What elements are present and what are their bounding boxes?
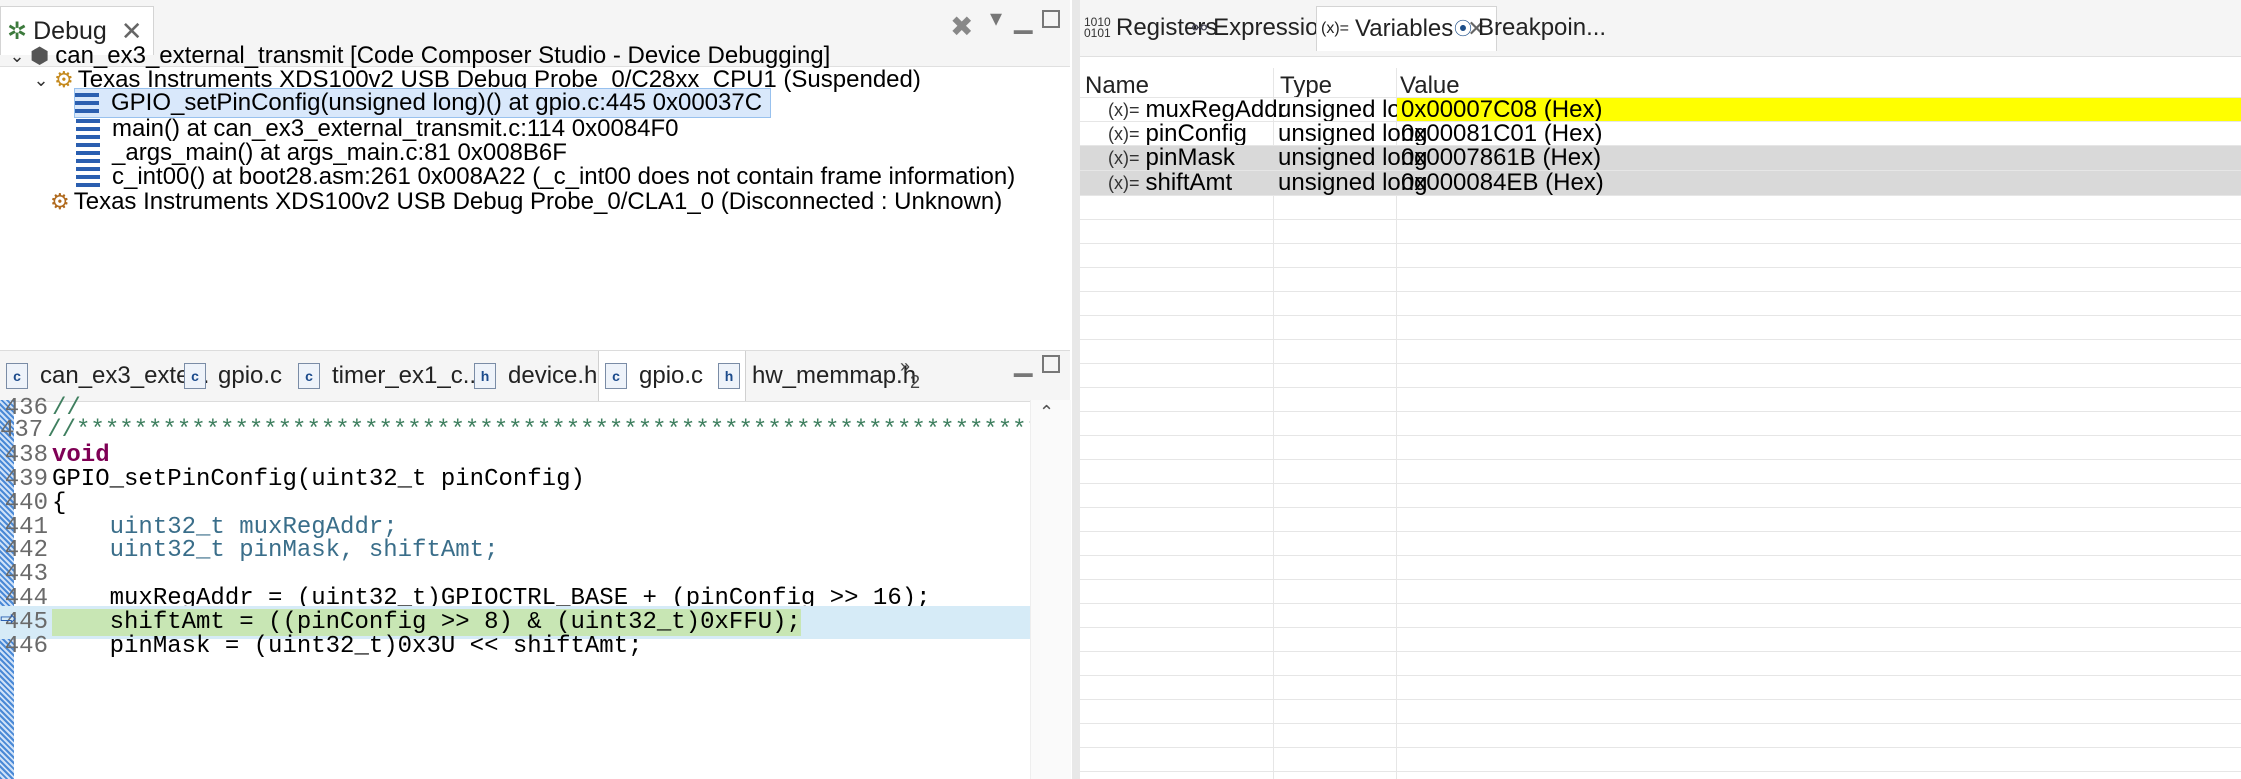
- variable-value-changed[interactable]: 0x00007C08 (Hex): [1397, 96, 2241, 123]
- row-divider: [1080, 219, 2241, 220]
- row-divider: [1080, 435, 2241, 436]
- variable-icon: (x)=: [1108, 172, 1140, 193]
- tab-label: Variables: [1355, 15, 1454, 42]
- variable-value[interactable]: 0x000084EB (Hex): [1397, 169, 1604, 196]
- chevron-down-icon[interactable]: ⌄: [4, 46, 30, 67]
- variable-icon: (x)=: [1108, 147, 1140, 168]
- maximize-icon[interactable]: [1042, 355, 1060, 373]
- view-menu-icon[interactable]: ▾: [990, 4, 1002, 33]
- c-file-icon: c: [6, 363, 28, 389]
- editor-tab-label: gpio.c: [639, 362, 704, 389]
- row-divider: [1080, 627, 2241, 628]
- stack-frame-icon: [75, 93, 99, 113]
- row-divider: [1080, 363, 2241, 364]
- line-number: 446: [4, 633, 48, 660]
- row-divider: [1080, 699, 2241, 700]
- row-divider: [1080, 121, 2241, 122]
- row-divider: [1080, 507, 2241, 508]
- row-divider: [1080, 97, 2241, 98]
- instruction-pointer-icon: ⇨: [0, 609, 17, 632]
- row-divider: [1080, 723, 2241, 724]
- variables-icon: (x)=: [1321, 20, 1349, 37]
- variable-name: shiftAmt: [1145, 169, 1233, 196]
- variable-row[interactable]: (x)= muxRegAddr unsigned long 0x00007C08 …: [1080, 96, 2241, 123]
- editor-tab-label: gpio.c: [218, 362, 283, 389]
- tree-row-cla1[interactable]: ⚙ Texas Instruments XDS100v2 USB Debug P…: [50, 185, 1002, 219]
- variable-row[interactable]: (x)= pinMask unsigned long 0x0007861B (He…: [1080, 144, 2241, 171]
- registers-icon: 1010 0101: [1084, 15, 1111, 40]
- code-editor[interactable]: 436 // 437 //***************************…: [0, 395, 1185, 779]
- row-divider: [1080, 145, 2241, 146]
- h-file-icon: h: [718, 363, 740, 389]
- row-divider: [1080, 603, 2241, 604]
- row-divider: [1080, 651, 2241, 652]
- thread-suspended-icon: ⚙: [54, 67, 74, 92]
- stack-frame-icon: [76, 167, 100, 187]
- row-divider: [1080, 747, 2241, 748]
- chevron-up-icon[interactable]: ⌃: [1039, 402, 1054, 423]
- variables-tabbar: 1010 0101 Registers ⚯ Expressions (x)= Va…: [1080, 0, 2241, 57]
- row-divider: [1080, 291, 2241, 292]
- row-divider: [1080, 531, 2241, 532]
- variable-row[interactable]: (x)= shiftAmt unsigned long 0x000084EB (H…: [1080, 169, 2241, 196]
- row-divider: [1080, 459, 2241, 460]
- row-divider: [1080, 387, 2241, 388]
- c-file-icon: c: [605, 363, 627, 389]
- variable-icon: (x)=: [1108, 99, 1140, 120]
- editor-tab-label: timer_ex1_c...: [332, 362, 483, 389]
- row-divider: [1080, 315, 2241, 316]
- row-divider: [1080, 170, 2241, 171]
- expressions-icon: ⚯: [1192, 17, 1208, 38]
- minimize-icon[interactable]: ▁: [1014, 349, 1032, 378]
- remove-all-terminated-icon[interactable]: ✖: [950, 10, 973, 43]
- row-divider: [1080, 267, 2241, 268]
- c-file-icon: c: [298, 363, 320, 389]
- chevron-down-icon[interactable]: ⌄: [28, 70, 54, 91]
- editor-area: c can_ex3_exte... c gpio.c c timer_ex1_c…: [0, 349, 1185, 779]
- chevron-double-right-icon: »: [900, 355, 911, 376]
- minimize-icon[interactable]: ▁: [1014, 6, 1032, 35]
- variable-value[interactable]: 0x0007861B (Hex): [1397, 144, 1601, 171]
- code-text: pinMask = (uint32_t)0x3U << shiftAmt;: [52, 633, 643, 660]
- tree-label: Texas Instruments XDS100v2 USB Debug Pro…: [73, 188, 1003, 215]
- tab-breakpoints[interactable]: ⦿ Breakpoin...: [1454, 6, 1606, 50]
- variable-icon: (x)=: [1108, 123, 1140, 144]
- view-sash[interactable]: [1072, 0, 1080, 779]
- thread-disconnected-icon: ⚙: [50, 189, 70, 214]
- row-divider: [1080, 483, 2241, 484]
- editor-tab-label: device.h: [508, 362, 598, 389]
- vertical-scrollbar[interactable]: ⌃: [1030, 400, 1071, 779]
- row-divider: [1080, 195, 2241, 196]
- row-divider: [1080, 771, 2241, 772]
- variable-row[interactable]: (x)= pinConfig unsigned long 0x00081C01 (…: [1080, 120, 2241, 147]
- maximize-icon[interactable]: [1042, 10, 1060, 28]
- column-header-name[interactable]: Name: [1085, 72, 1149, 100]
- debug-view: ✲ Debug ✕ ✖ ▾ ▁ ⌄ ⬢ can_ex3_external_tra…: [0, 0, 1070, 338]
- breakpoints-icon: ⦿: [1454, 19, 1472, 39]
- editor-tab-label: hw_memmap.h: [752, 362, 917, 389]
- h-file-icon: h: [474, 363, 496, 389]
- row-divider: [1080, 675, 2241, 676]
- row-divider: [1080, 579, 2241, 580]
- variable-name: pinMask: [1145, 144, 1235, 171]
- variables-view: 1010 0101 Registers ⚯ Expressions (x)= Va…: [1080, 0, 2241, 779]
- row-divider: [1080, 243, 2241, 244]
- row-divider: [1080, 411, 2241, 412]
- row-divider: [1080, 555, 2241, 556]
- c-file-icon: c: [184, 363, 206, 389]
- tab-overflow-count: 2: [910, 371, 921, 392]
- variable-value[interactable]: 0x00081C01 (Hex): [1397, 120, 1602, 147]
- row-divider: [1080, 339, 2241, 340]
- code-line: 446 pinMask = (uint32_t)0x3U << shiftAmt…: [0, 630, 1030, 663]
- tab-label: Breakpoin...: [1478, 14, 1607, 41]
